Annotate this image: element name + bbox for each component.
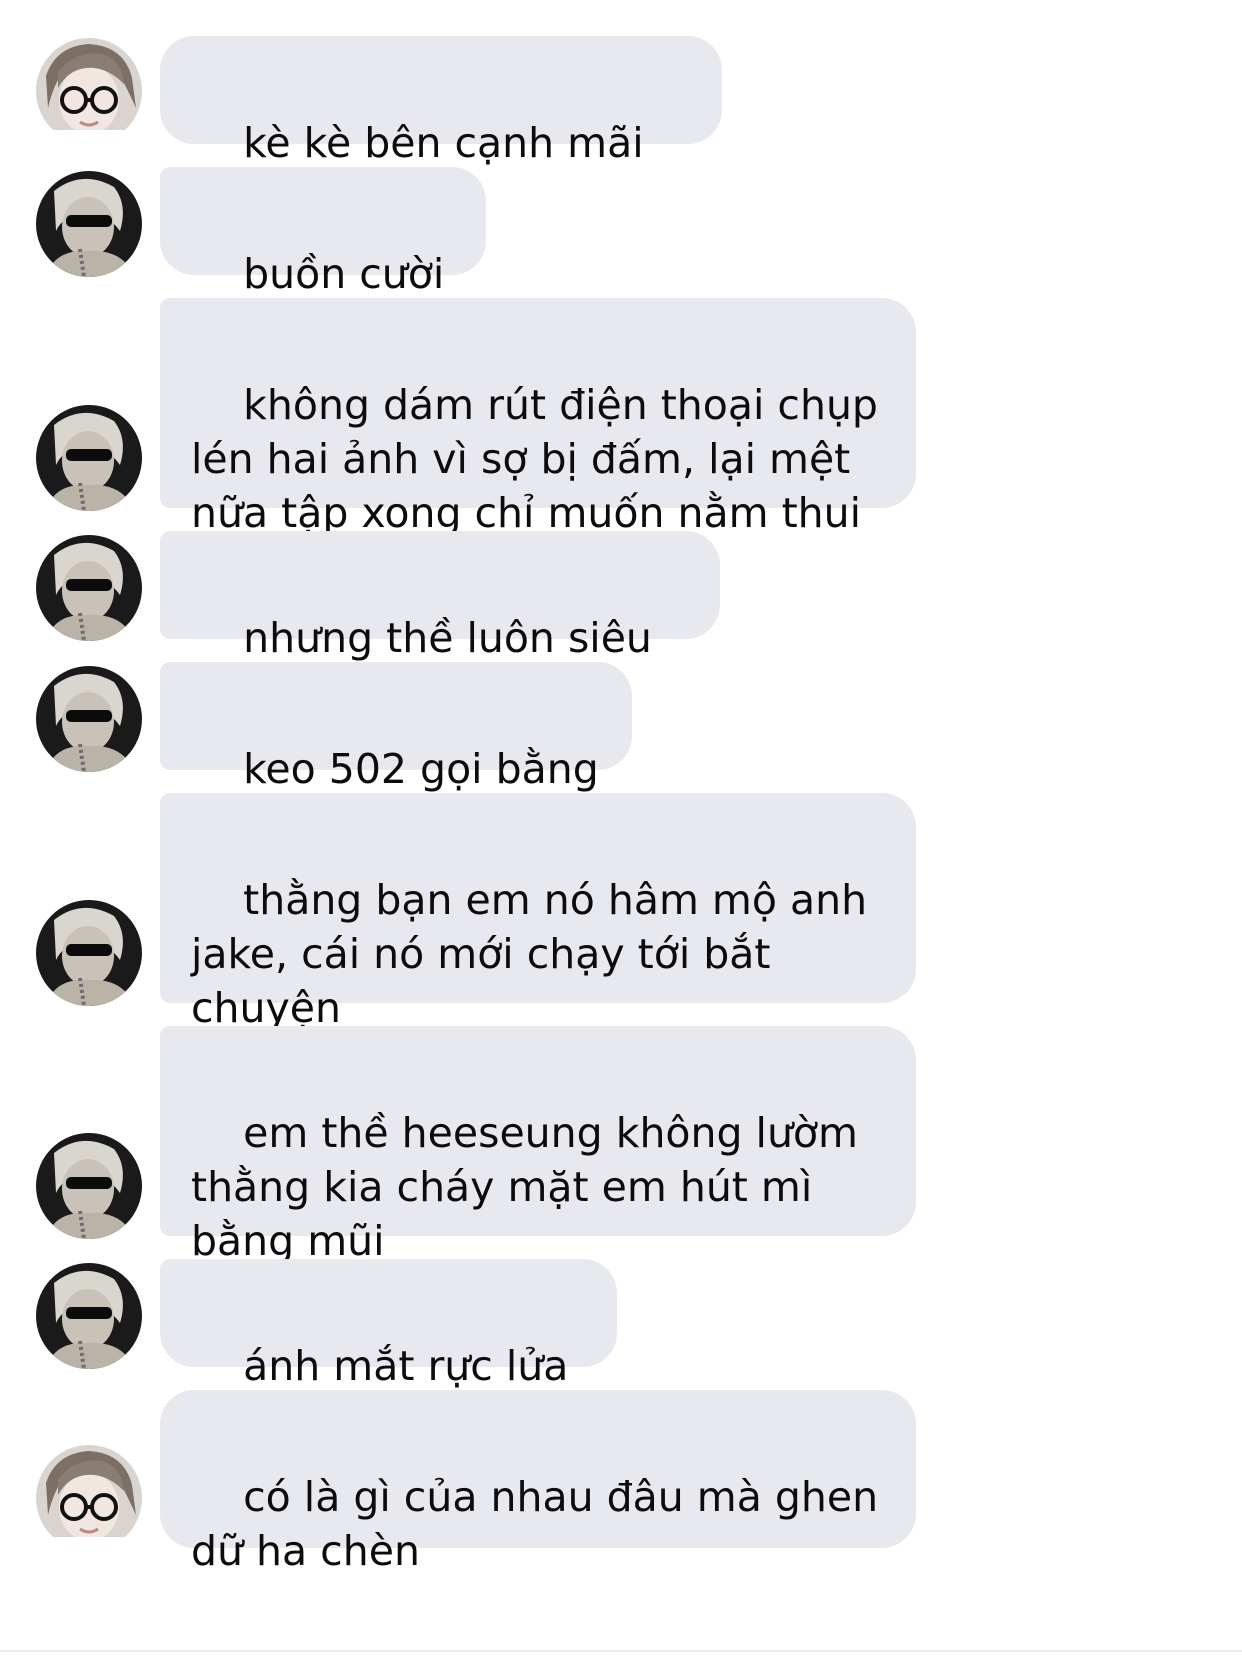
avatar-guy-icon[interactable]	[36, 171, 142, 277]
message-row: thằng bạn em nó hâm mộ anh jake, cái nó …	[0, 793, 1242, 1032]
message-row: em thề heeseung không lườm thằng kia chá…	[0, 1026, 1242, 1265]
avatar-guy-icon[interactable]	[36, 535, 142, 641]
message-row: kè kè bên cạnh mãi thoai	[0, 36, 1242, 221]
message-row: buồn cười vãi	[0, 167, 1242, 352]
message-text: không dám rút điện thoại chụp lén hai ản…	[191, 381, 892, 537]
message-row: có là gì của nhau đâu mà ghen dữ ha chèn	[0, 1390, 1242, 1575]
message-bubble[interactable]: kè kè bên cạnh mãi thoai	[160, 36, 722, 221]
message-bubble[interactable]: buồn cười vãi	[160, 167, 486, 352]
message-bubble[interactable]: thằng bạn em nó hâm mộ anh jake, cái nó …	[160, 793, 916, 1032]
divider	[0, 1650, 1242, 1652]
avatar-guy-icon[interactable]	[36, 900, 142, 1006]
message-bubble[interactable]: keo 502 gọi bằng cụ	[160, 662, 632, 847]
message-row: keo 502 gọi bằng cụ	[0, 662, 1242, 847]
message-row: nhưng thề luôn siêu dính	[0, 531, 1242, 716]
message-row: không dám rút điện thoại chụp lén hai ản…	[0, 298, 1242, 537]
avatar-girl-icon[interactable]	[36, 1445, 142, 1551]
message-bubble[interactable]: em thề heeseung không lườm thằng kia chá…	[160, 1026, 916, 1265]
avatar-guy-icon[interactable]	[36, 405, 142, 511]
message-text: thằng bạn em nó hâm mộ anh jake, cái nó …	[191, 876, 881, 1032]
message-bubble[interactable]: nhưng thề luôn siêu dính	[160, 531, 720, 716]
message-bubble[interactable]: ánh mắt rực lửa lắm	[160, 1259, 617, 1444]
message-row: ánh mắt rực lửa lắm	[0, 1259, 1242, 1444]
message-bubble[interactable]: không dám rút điện thoại chụp lén hai ản…	[160, 298, 916, 537]
message-text: em thề heeseung không lườm thằng kia chá…	[191, 1109, 872, 1265]
avatar-guy-icon[interactable]	[36, 666, 142, 772]
avatar-girl-icon[interactable]	[36, 38, 142, 144]
message-text: có là gì của nhau đâu mà ghen dữ ha chèn	[191, 1473, 892, 1575]
avatar-guy-icon[interactable]	[36, 1133, 142, 1239]
avatar-guy-icon[interactable]	[36, 1263, 142, 1369]
message-bubble[interactable]: có là gì của nhau đâu mà ghen dữ ha chèn	[160, 1390, 916, 1575]
